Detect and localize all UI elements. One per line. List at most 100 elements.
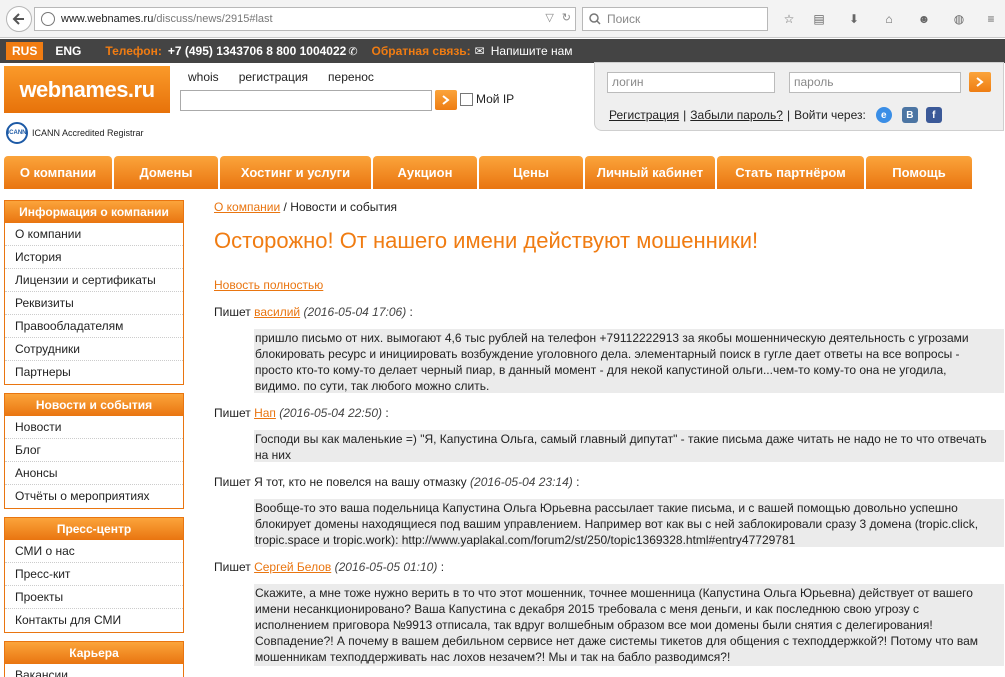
browser-toolbar: www.webnames.ru/discuss/news/2915#last ▽…: [0, 0, 1005, 38]
domain-search-input[interactable]: [180, 90, 432, 111]
mail-icon: ✉: [474, 44, 485, 58]
sidebar-item[interactable]: Правообладателям: [5, 315, 183, 338]
back-arrow-icon: [12, 13, 24, 25]
icann-text: ICANN Accredited Registrar: [32, 128, 144, 138]
main-nav-hosting[interactable]: Хостинг и услуги: [220, 156, 371, 189]
post-date: (2016-05-04 22:50): [279, 406, 383, 420]
login-submit-button[interactable]: [969, 72, 991, 92]
feedback-link[interactable]: Напишите нам: [491, 44, 573, 58]
post-date: (2016-05-05 01:10): [334, 560, 438, 574]
post-body: пришло письмо от них. вымогают 4,6 тыс р…: [254, 329, 1004, 393]
phone-label: Телефон:: [105, 44, 162, 58]
login-box: логин пароль Регистрация | Забыли пароль…: [594, 62, 1004, 131]
post-header: Пишет Сергей Белов (2016-05-05 01:10) :: [214, 560, 445, 574]
full-news-link[interactable]: Новость полностью: [214, 278, 323, 292]
domain-search-button[interactable]: [435, 90, 457, 110]
sidebar-item[interactable]: Пресс-кит: [5, 563, 183, 586]
main-nav-about[interactable]: О компании: [4, 156, 112, 189]
address-bar[interactable]: www.webnames.ru/discuss/news/2915#last ▽…: [34, 7, 576, 31]
register-link[interactable]: Регистрация: [609, 108, 679, 122]
sidebar-item[interactable]: О компании: [5, 223, 183, 246]
sidebar-item[interactable]: История: [5, 246, 183, 269]
breadcrumb: О компании / Новости и события: [214, 200, 398, 214]
post-prefix: Пишет: [214, 305, 251, 319]
arrow-right-icon: [442, 95, 450, 105]
nav-transfer[interactable]: перенос: [328, 70, 374, 84]
icann-logo-icon: ICANN: [6, 122, 28, 144]
sidebar-header: Информация о компании: [5, 201, 183, 223]
addon-icon[interactable]: ◍: [950, 10, 968, 28]
back-button[interactable]: [6, 6, 32, 32]
post-author-link[interactable]: Сергей Белов: [254, 560, 331, 574]
sidebar-item[interactable]: Вакансии: [5, 664, 183, 677]
main-nav-auction[interactable]: Аукцион: [373, 156, 477, 189]
sidebar-item[interactable]: Сотрудники: [5, 338, 183, 361]
menu-icon[interactable]: ≡: [982, 10, 1000, 28]
post-author: Я тот, кто не повелся на вашу отмазку: [254, 475, 467, 489]
nav-whois[interactable]: whois: [188, 70, 219, 84]
sidebar-item[interactable]: Лицензии и сертификаты: [5, 269, 183, 292]
sidebar-item[interactable]: Анонсы: [5, 462, 183, 485]
sidebar-block-news: Новости и события Новости Блог Анонсы От…: [4, 393, 184, 509]
password-input[interactable]: пароль: [789, 72, 961, 93]
main-nav-account[interactable]: Личный кабинет: [585, 156, 715, 189]
forgot-password-link[interactable]: Забыли пароль?: [690, 108, 783, 122]
my-ip-label: Мой IP: [476, 92, 515, 106]
header-nav: whois регистрация перенос: [188, 70, 374, 84]
openid-icon[interactable]: e: [875, 107, 892, 123]
post-author-link[interactable]: василий: [254, 305, 300, 319]
post-prefix: Пишет: [214, 406, 251, 420]
main-nav-domains[interactable]: Домены: [114, 156, 218, 189]
sidebar-item[interactable]: Новости: [5, 416, 183, 439]
login-via-label: Войти через:: [794, 108, 866, 122]
lang-ru-button[interactable]: RUS: [6, 42, 44, 60]
site-logo[interactable]: webnames.ru: [4, 66, 170, 113]
sidebar-item[interactable]: СМИ о нас: [5, 540, 183, 563]
bookmark-star-icon[interactable]: ☆: [780, 10, 798, 28]
sidebar-item[interactable]: Контакты для СМИ: [5, 609, 183, 632]
post-header: Пишет Я тот, кто не повелся на вашу отма…: [214, 475, 580, 489]
url-path: /discuss/news/2915#last: [153, 13, 273, 25]
sidebar-header: Пресс-центр: [5, 518, 183, 540]
breadcrumb-link[interactable]: О компании: [214, 200, 280, 214]
download-icon[interactable]: ⬇: [845, 10, 863, 28]
post-author-link[interactable]: Нап: [254, 406, 276, 420]
reload-icon[interactable]: ↻: [562, 11, 571, 24]
post-body: Господи вы как маленькие =) "Я, Капустин…: [254, 430, 1004, 462]
breadcrumb-current: Новости и события: [290, 200, 398, 214]
sidebar-item[interactable]: Блог: [5, 439, 183, 462]
sidebar-header: Карьера: [5, 642, 183, 664]
login-input[interactable]: логин: [607, 72, 775, 93]
icann-badge: ICANN ICANN Accredited Registrar: [6, 122, 144, 144]
main-nav-help[interactable]: Помощь: [866, 156, 972, 189]
top-info-bar: RUS ENG Телефон: +7 (495) 1343706 8 800 …: [0, 39, 1005, 63]
reading-list-icon[interactable]: ▤: [810, 10, 828, 28]
sidebar-item[interactable]: Проекты: [5, 586, 183, 609]
main-nav-prices[interactable]: Цены: [479, 156, 583, 189]
sidebar-item[interactable]: Отчёты о мероприятиях: [5, 485, 183, 508]
main-nav-partner[interactable]: Стать партнёром: [717, 156, 864, 189]
my-ip-checkbox[interactable]: [460, 92, 473, 106]
post-header: Пишет Нап (2016-05-04 22:50) :: [214, 406, 389, 420]
home-icon[interactable]: ⌂: [880, 10, 898, 28]
phone-icon: ✆: [348, 45, 358, 58]
main-nav: О компании Домены Хостинг и услуги Аукци…: [4, 156, 1004, 189]
feedback-label: Обратная связь:: [371, 44, 471, 58]
my-ip-toggle[interactable]: Мой IP: [460, 92, 514, 106]
sidebar-header: Новости и события: [5, 394, 183, 416]
dropdown-arrow-icon[interactable]: ▽: [545, 11, 553, 24]
post-body: Скажите, а мне тоже нужно верить в то чт…: [254, 584, 1004, 666]
post-prefix: Пишет: [214, 560, 251, 574]
sidebar-block-company: Информация о компании О компании История…: [4, 200, 184, 385]
nav-registration[interactable]: регистрация: [239, 70, 308, 84]
search-icon: [589, 13, 601, 25]
vkontakte-icon[interactable]: В: [901, 107, 918, 123]
browser-search-input[interactable]: Поиск: [582, 7, 768, 31]
chat-icon[interactable]: ☻: [915, 10, 933, 28]
facebook-icon[interactable]: f: [925, 107, 942, 123]
sidebar-item[interactable]: Реквизиты: [5, 292, 183, 315]
sidebar-item[interactable]: Партнеры: [5, 361, 183, 384]
lang-en-button[interactable]: ENG: [49, 42, 87, 60]
arrow-right-icon: [976, 77, 984, 87]
post-date: (2016-05-04 17:06): [303, 305, 407, 319]
